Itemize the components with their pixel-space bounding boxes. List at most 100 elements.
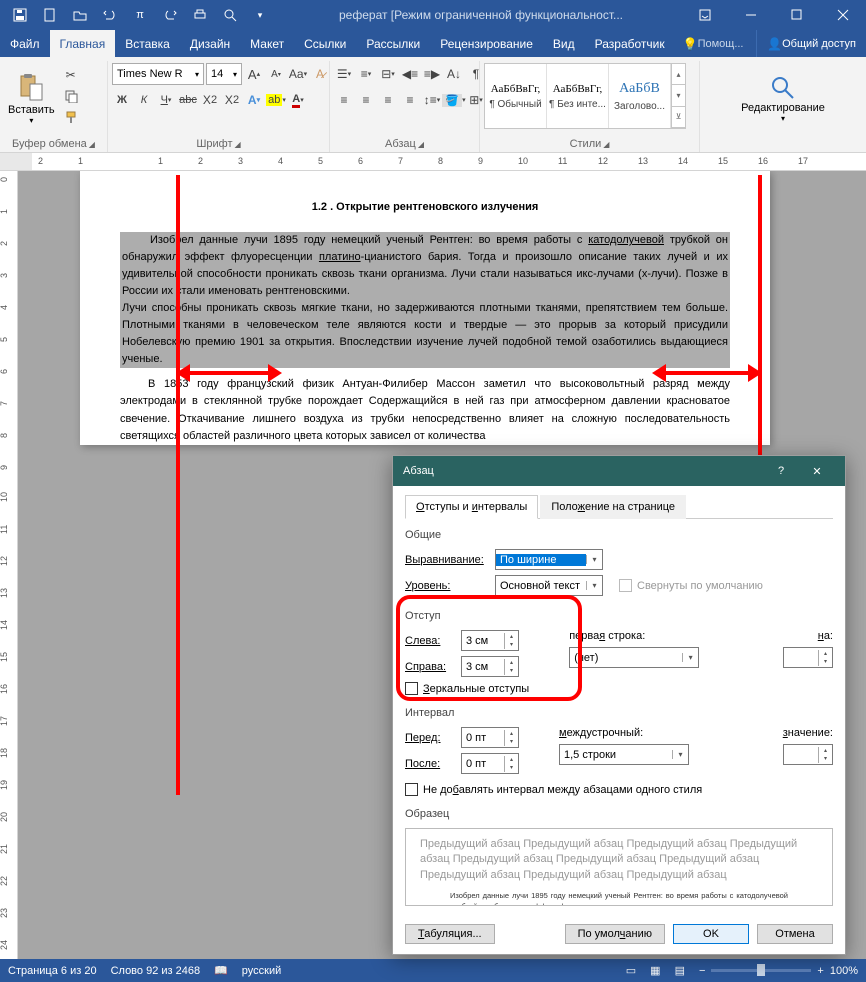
align-right-icon[interactable]: ≡ — [378, 90, 398, 110]
grow-font-icon[interactable]: A▴ — [244, 64, 264, 84]
status-language[interactable]: русский — [242, 965, 281, 977]
dialog-titlebar[interactable]: Абзац ? ✕ — [393, 456, 845, 486]
page[interactable]: 1.2 . Открытие рентгеновского излучения … — [80, 171, 770, 445]
cut-icon[interactable]: ✂ — [61, 65, 81, 85]
print-icon[interactable] — [186, 3, 214, 27]
tab-review[interactable]: Рецензирование — [430, 30, 543, 57]
view-read-icon[interactable]: ▭ — [626, 964, 636, 977]
styles-down-icon[interactable]: ▾ — [672, 85, 685, 106]
change-case-icon[interactable]: Aa▾ — [288, 64, 308, 84]
status-words[interactable]: Слово 92 из 2468 — [111, 965, 201, 977]
paragraph-selected[interactable]: Изобрел данные лучи 1895 году немецкий у… — [120, 232, 730, 368]
highlight-icon[interactable]: ab▾ — [266, 90, 286, 110]
level-select[interactable]: Основной текст▾ — [495, 575, 603, 596]
firstline-value-input[interactable]: ▴▾ — [783, 647, 833, 668]
style-nospacing[interactable]: АаБбВвГг,¶ Без инте... — [547, 64, 609, 128]
tab-design[interactable]: Дизайн — [180, 30, 240, 57]
styles-gallery[interactable]: АаБбВвГг,¶ Обычный АаБбВвГг,¶ Без инте..… — [484, 63, 686, 129]
ok-button[interactable]: OK — [673, 924, 749, 944]
redo-icon[interactable] — [156, 3, 184, 27]
copy-icon[interactable] — [61, 86, 81, 106]
shading-icon[interactable]: 🪣▾ — [444, 90, 464, 110]
firstline-select[interactable]: (нет)▾ — [569, 647, 699, 668]
tab-home[interactable]: Главная — [50, 30, 116, 57]
align-left-icon[interactable]: ≡ — [334, 90, 354, 110]
sort-icon[interactable]: A↓ — [444, 64, 464, 84]
text-effects-icon[interactable]: A▾ — [244, 90, 264, 110]
status-spellcheck-icon[interactable]: 📖 — [214, 964, 228, 977]
multilevel-icon[interactable]: ⊟▾ — [378, 64, 398, 84]
tab-indents[interactable]: Отступы и интервалы — [405, 495, 538, 519]
shrink-font-icon[interactable]: A▾ — [266, 64, 286, 84]
preview-icon[interactable] — [216, 3, 244, 27]
equation-icon[interactable]: π — [126, 3, 154, 27]
style-heading[interactable]: АаБбВЗаголово... — [609, 64, 671, 128]
cancel-button[interactable]: Отмена — [757, 924, 833, 944]
zoom-out-icon[interactable]: − — [699, 965, 705, 977]
share-button[interactable]: 👤 Общий доступ — [756, 30, 866, 57]
dialog-close-button[interactable]: ✕ — [799, 465, 835, 478]
close-button[interactable] — [820, 0, 866, 30]
tab-developer[interactable]: Разработчик — [585, 30, 675, 57]
minimize-button[interactable] — [728, 0, 774, 30]
tab-insert[interactable]: Вставка — [115, 30, 180, 57]
clipboard-launcher-icon[interactable]: ◢ — [89, 140, 95, 149]
italic-button[interactable]: К — [134, 90, 154, 110]
save-icon[interactable] — [6, 3, 34, 27]
spacing-before-input[interactable]: 0 пт▴▾ — [461, 727, 519, 748]
nosame-checkbox[interactable]: Не добавлять интервал между абзацами одн… — [405, 783, 833, 796]
superscript-button[interactable]: X2 — [222, 90, 242, 110]
styles-up-icon[interactable]: ▴ — [672, 64, 685, 85]
view-print-icon[interactable]: ▦ — [650, 964, 660, 977]
alignment-select[interactable]: По ширине▾ — [495, 549, 603, 570]
numbering-icon[interactable]: ≡▾ — [356, 64, 376, 84]
tabs-button[interactable]: Табуляция... — [405, 924, 495, 944]
font-name-select[interactable]: Times New R▾ — [112, 63, 204, 85]
tab-file[interactable]: Файл — [0, 30, 50, 57]
linespacing-select[interactable]: 1,5 строки▾ — [559, 744, 689, 765]
strike-button[interactable]: abc — [178, 90, 198, 110]
ruler-horizontal[interactable]: 211234567891011121314151617 — [0, 153, 866, 171]
zoom-in-icon[interactable]: + — [817, 965, 823, 977]
paragraph-2[interactable]: В 1853 году французский физик Антуан-Фил… — [120, 376, 730, 444]
view-web-icon[interactable]: ▤ — [675, 964, 685, 977]
undo-icon[interactable] — [96, 3, 124, 27]
styles-more-icon[interactable]: ⊻ — [672, 107, 685, 128]
underline-button[interactable]: Ч▾ — [156, 90, 176, 110]
qat-more-icon[interactable]: ▾ — [246, 3, 274, 27]
maximize-button[interactable] — [774, 0, 820, 30]
ruler-body[interactable]: 211234567891011121314151617 — [32, 153, 866, 170]
font-color-icon[interactable]: A▾ — [288, 90, 308, 110]
tab-view[interactable]: Вид — [543, 30, 585, 57]
linespacing-value-input[interactable]: ▴▾ — [783, 744, 833, 765]
ruler-vertical[interactable]: 0123456789101112131415161718192021222324 — [0, 171, 18, 959]
tell-me[interactable]: 💡 Помощ... — [675, 30, 752, 57]
zoom-percent[interactable]: 100% — [830, 965, 858, 977]
indent-right-input[interactable]: 3 см▴▾ — [461, 656, 519, 677]
format-painter-icon[interactable] — [61, 107, 81, 127]
align-justify-icon[interactable]: ≡ — [400, 90, 420, 110]
clear-format-icon[interactable]: A̷ — [310, 64, 330, 84]
styles-launcher-icon[interactable]: ◢ — [603, 140, 609, 149]
dialog-help-button[interactable]: ? — [763, 465, 799, 477]
paragraph-launcher-icon[interactable]: ◢ — [418, 140, 424, 149]
indent-icon[interactable]: ≡▶ — [422, 64, 442, 84]
new-icon[interactable] — [36, 3, 64, 27]
bullets-icon[interactable]: ☰▾ — [334, 64, 354, 84]
editing-button[interactable]: Редактирование▾ — [737, 63, 829, 133]
spacing-after-input[interactable]: 0 пт▴▾ — [461, 753, 519, 774]
default-button[interactable]: По умолчанию — [565, 924, 665, 944]
tab-layout[interactable]: Макет — [240, 30, 294, 57]
zoom-control[interactable]: − + 100% — [699, 965, 858, 977]
font-launcher-icon[interactable]: ◢ — [235, 140, 241, 149]
subscript-button[interactable]: X2 — [200, 90, 220, 110]
font-size-select[interactable]: 14▾ — [206, 63, 242, 85]
zoom-slider[interactable] — [711, 969, 811, 972]
tab-references[interactable]: Ссылки — [294, 30, 356, 57]
outdent-icon[interactable]: ◀≡ — [400, 64, 420, 84]
status-page[interactable]: Страница 6 из 20 — [8, 965, 97, 977]
mirror-checkbox[interactable]: Зеркальные отступы — [405, 682, 529, 695]
align-center-icon[interactable]: ≡ — [356, 90, 376, 110]
style-normal[interactable]: АаБбВвГг,¶ Обычный — [485, 64, 547, 128]
tab-position[interactable]: Положение на странице — [540, 495, 686, 519]
